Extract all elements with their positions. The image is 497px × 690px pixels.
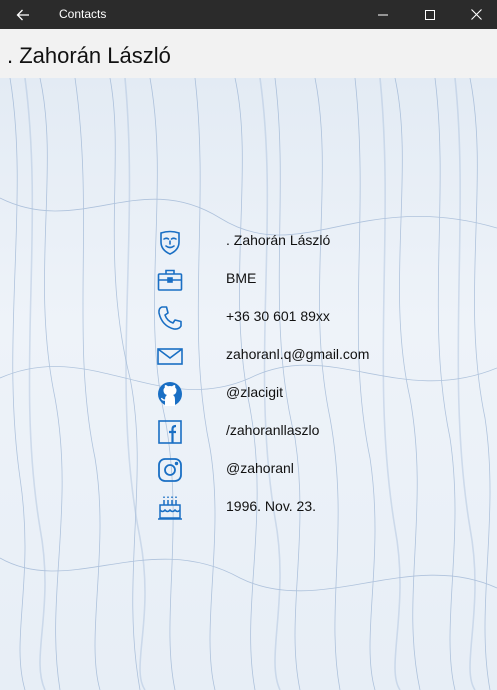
contact-details: . Zahorán László BME +36 30 601 89xx zah…: [0, 0, 497, 690]
contact-github-value: @zlacigit: [226, 384, 284, 400]
anonymous-mask-icon: [157, 229, 183, 255]
instagram-icon: [157, 457, 183, 483]
contact-organization-value: BME: [226, 270, 257, 286]
contact-row-instagram: @zahoranl: [150, 450, 450, 488]
contact-email-value: zahoranl.q@gmail.com: [226, 346, 370, 362]
contact-name-value: . Zahorán László: [226, 232, 331, 248]
github-icon: [157, 381, 183, 407]
contact-row-email: zahoranl.q@gmail.com: [150, 336, 450, 374]
contact-row-organization: BME: [150, 260, 450, 298]
contact-birthday-value: 1996. Nov. 23.: [226, 498, 317, 514]
contact-phone-value: +36 30 601 89xx: [226, 308, 330, 324]
facebook-icon: [157, 419, 183, 445]
mail-icon: [157, 343, 183, 369]
contact-row-facebook: /zahoranllaszlo: [150, 412, 450, 450]
contact-row-phone: +36 30 601 89xx: [150, 298, 450, 336]
contact-facebook-value: /zahoranllaszlo: [226, 422, 320, 438]
briefcase-icon: [157, 267, 183, 293]
contact-row-birthday: 1996. Nov. 23.: [150, 488, 450, 526]
contact-instagram-value: @zahoranl: [226, 460, 294, 476]
contact-row-name: . Zahorán László: [150, 222, 450, 260]
contact-row-github: @zlacigit: [150, 374, 450, 412]
birthday-cake-icon: [157, 495, 183, 521]
phone-icon: [157, 305, 183, 331]
